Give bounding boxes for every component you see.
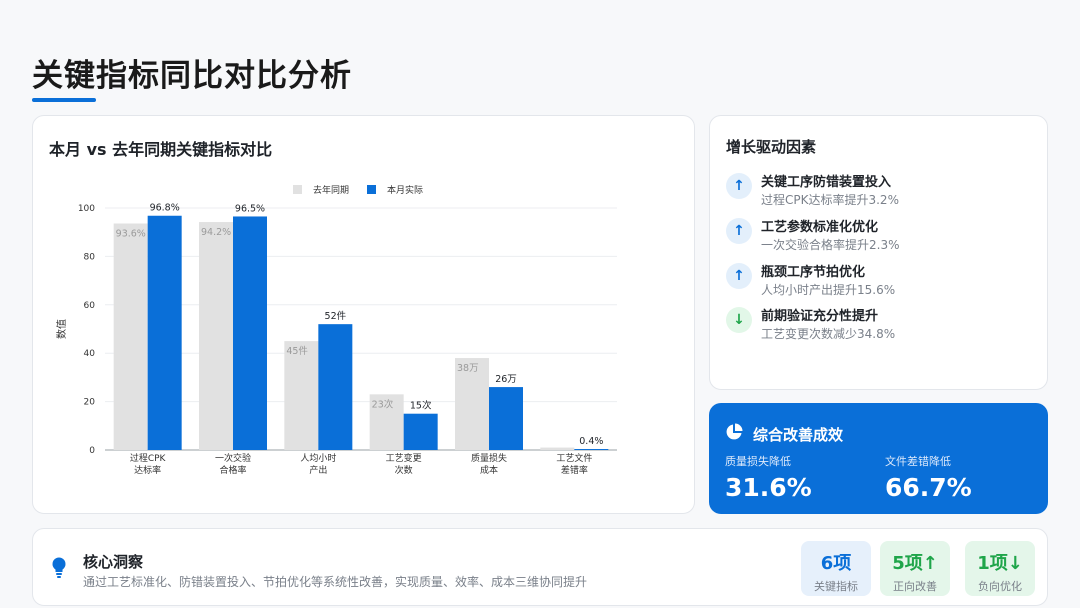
- stat-value: 6项: [820, 553, 852, 574]
- x-tick-label: 一次交验: [215, 452, 251, 464]
- legend-swatch: [293, 185, 302, 194]
- driver-title: 瓶颈工序节拍优化: [761, 265, 866, 280]
- data-label: 15次: [410, 400, 432, 412]
- pie-chart-icon: [726, 423, 743, 440]
- y-tick-label: 80: [84, 252, 96, 262]
- x-tick-label: 质量损失: [471, 452, 507, 464]
- insight-text: 通过工艺标准化、防错装置投入、节拍优化等系统性改善，实现质量、效率、成本三维协同…: [83, 575, 588, 589]
- x-tick-label: 产出: [309, 464, 327, 476]
- lightbulb-icon: [52, 557, 66, 578]
- x-tick-label: 工艺文件: [556, 452, 592, 464]
- arrow-up-icon: ↑: [726, 173, 752, 199]
- data-label: 38万: [457, 363, 479, 374]
- stat-negative: 1项↓ 负向优化: [965, 541, 1035, 596]
- arrow-down-icon: ↓: [726, 307, 752, 333]
- metric-value: 66.7%: [885, 473, 972, 502]
- insight-title: 核心洞察: [83, 553, 144, 571]
- y-tick-label: 100: [78, 204, 95, 214]
- metric-label: 质量损失降低: [725, 455, 791, 468]
- bar-last-year: [113, 223, 148, 450]
- stat-label: 关键指标: [814, 580, 858, 593]
- chart-card: 本月 vs 去年同期关键指标对比 0 20 40 60 80 100 数值 去年同期 本月实际 9…: [32, 115, 695, 514]
- driver-desc: 工艺变更次数减少34.8%: [761, 327, 896, 341]
- bar-last-year: [199, 222, 233, 450]
- summary-title: 综合改善成效: [753, 426, 844, 444]
- driver-desc: 人均小时产出提升15.6%: [761, 283, 896, 297]
- driver-item: ↑ 关键工序防错装置投入 过程CPK达标率提升3.2%: [726, 171, 1036, 213]
- driver-item: ↓ 前期验证充分性提升 工艺变更次数减少34.8%: [726, 305, 1036, 347]
- driver-desc: 过程CPK达标率提升3.2%: [761, 193, 899, 207]
- x-tick-label: 合格率: [219, 464, 246, 476]
- y-tick-label: 0: [89, 446, 95, 456]
- arrow-up-icon: ↑: [726, 218, 752, 244]
- data-label: 94.2%: [201, 227, 231, 238]
- data-label: 26万: [495, 374, 517, 385]
- x-tick-label: 达标率: [134, 464, 161, 476]
- drivers-card: 增长驱动因素 ↑ 关键工序防错装置投入 过程CPK达标率提升3.2% ↑ 工艺参…: [709, 115, 1048, 390]
- stat-key-metrics: 6项 关键指标: [801, 541, 871, 596]
- page-title: 关键指标同比对比分析: [32, 58, 352, 94]
- legend-label: 去年同期: [313, 184, 349, 196]
- data-label: 45件: [286, 345, 308, 357]
- metric-label: 文件差错降低: [885, 455, 951, 468]
- bar-last-year: [284, 341, 319, 450]
- data-label: 23次: [372, 398, 394, 410]
- driver-title: 前期验证充分性提升: [761, 309, 879, 324]
- bar-this-month: [489, 387, 523, 450]
- data-label: 93.6%: [116, 228, 146, 239]
- metric-doc-error: 文件差错降低 66.7%: [885, 453, 972, 502]
- metric-value: 31.6%: [725, 473, 812, 502]
- stat-value: 5项↑: [892, 553, 938, 574]
- bar-last-year: [540, 447, 575, 450]
- y-tick-label: 20: [84, 398, 96, 408]
- summary-card: 综合改善成效 质量损失降低 31.6% 文件差错降低 66.7%: [709, 403, 1048, 514]
- stat-label: 负向优化: [978, 580, 1022, 593]
- bar-this-month: [403, 413, 438, 450]
- x-tick-label: 过程CPK: [130, 452, 167, 464]
- x-tick-label: 差错率: [561, 464, 588, 476]
- x-tick-label: 人均小时: [300, 452, 336, 464]
- stat-label: 正向改善: [893, 580, 937, 593]
- data-label: 96.8%: [150, 203, 180, 214]
- driver-desc: 一次交验合格率提升2.3%: [761, 238, 900, 252]
- title-underline: [32, 98, 96, 102]
- bar-this-month: [233, 216, 267, 450]
- driver-item: ↑ 瓶颈工序节拍优化 人均小时产出提升15.6%: [726, 261, 1036, 303]
- x-tick-label: 成本: [480, 464, 498, 476]
- bar-this-month: [318, 324, 353, 450]
- bar-this-month: [574, 449, 609, 450]
- bar-chart: 0 20 40 60 80 100 数值 去年同期 本月实际 93.6% 96.8% 过程CPK达标率…: [55, 184, 617, 476]
- stat-positive: 5项↑ 正向改善: [880, 541, 950, 596]
- y-axis-label: 数值: [55, 319, 68, 339]
- drivers-title: 增长驱动因素: [726, 138, 817, 156]
- x-tick-label: 工艺变更: [386, 452, 422, 464]
- data-label: 0.4%: [579, 436, 603, 447]
- y-tick-label: 60: [84, 301, 96, 311]
- driver-title: 关键工序防错装置投入: [761, 175, 892, 190]
- y-tick-label: 40: [84, 349, 96, 359]
- data-label: 96.5%: [235, 203, 265, 214]
- driver-title: 工艺参数标准化优化: [761, 220, 879, 235]
- driver-item: ↑ 工艺参数标准化优化 一次交验合格率提升2.3%: [726, 216, 1036, 258]
- arrow-up-icon: ↑: [726, 263, 752, 289]
- legend-label: 本月实际: [387, 184, 423, 196]
- stat-value: 1项↓: [977, 553, 1023, 574]
- data-label: 52件: [325, 310, 347, 322]
- metric-quality-loss: 质量损失降低 31.6%: [725, 453, 812, 502]
- bar-this-month: [147, 215, 182, 450]
- legend-swatch: [367, 185, 376, 194]
- x-tick-label: 次数: [395, 464, 413, 476]
- insight-card: 核心洞察 通过工艺标准化、防错装置投入、节拍优化等系统性改善，实现质量、效率、成…: [32, 528, 1048, 606]
